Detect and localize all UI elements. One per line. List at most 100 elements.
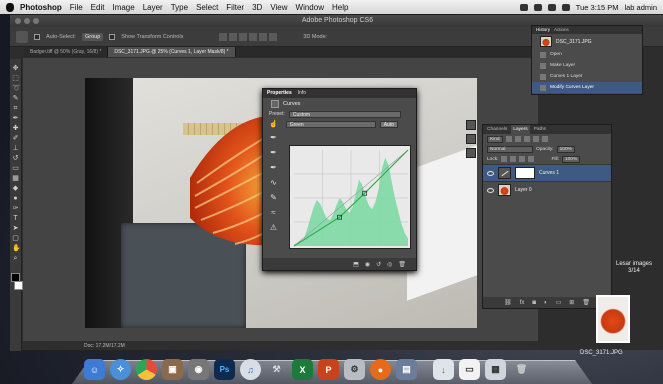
add-mask-icon[interactable]: ◙: [532, 300, 536, 306]
blur-icon[interactable]: ◆: [12, 185, 19, 192]
menu-help[interactable]: Help: [332, 3, 348, 12]
user-name[interactable]: lab admin: [624, 3, 657, 12]
chrome-icon[interactable]: [136, 359, 157, 380]
image-capture-icon[interactable]: ◉: [188, 359, 209, 380]
stamp-icon[interactable]: ⊥: [12, 145, 19, 152]
history-item[interactable]: Curves 1 Layer: [532, 71, 642, 82]
delete-layer-icon[interactable]: 🗑: [582, 299, 590, 306]
panel-icon-color[interactable]: [466, 120, 476, 130]
filter-pixel-icon[interactable]: [505, 136, 512, 142]
tab-badger[interactable]: Badger.tiff @ 50% (Gray, 16/8) *: [24, 47, 109, 57]
applications-stack-icon[interactable]: ▦: [485, 359, 506, 380]
wifi-icon[interactable]: [519, 3, 528, 11]
tab-history[interactable]: History: [536, 26, 550, 34]
finder-icon[interactable]: ☺: [84, 359, 105, 380]
new-layer-icon[interactable]: ⊞: [569, 299, 574, 306]
firefox-icon[interactable]: ●: [370, 359, 391, 380]
menu-filter[interactable]: Filter: [226, 3, 244, 12]
auto-button[interactable]: Auto: [379, 120, 399, 128]
system-preferences-icon[interactable]: ⚙: [344, 359, 365, 380]
close-icon[interactable]: [15, 18, 21, 24]
dodge-icon[interactable]: ●: [12, 195, 19, 202]
downloads-stack-icon[interactable]: ↓: [433, 359, 454, 380]
align-bottom-icon[interactable]: [239, 32, 248, 41]
history-item[interactable]: Open: [532, 49, 642, 60]
layer-row-curves[interactable]: Curves 1: [483, 164, 611, 181]
brush-icon[interactable]: ✐: [12, 135, 19, 142]
lock-image-icon[interactable]: [510, 156, 517, 162]
clip-to-layer-icon[interactable]: ⬒: [353, 261, 359, 268]
itunes-icon[interactable]: ♫: [240, 359, 261, 380]
xcode-icon[interactable]: ⚒: [266, 359, 287, 380]
align-left-icon[interactable]: [249, 32, 258, 41]
filter-smart-icon[interactable]: [541, 136, 548, 142]
photo-booth-icon[interactable]: ▤: [396, 359, 417, 380]
preset-dropdown[interactable]: Custom: [288, 110, 401, 118]
eye-icon[interactable]: [487, 187, 494, 193]
minimize-icon[interactable]: [24, 18, 30, 24]
draw-curve-icon[interactable]: ✎: [269, 193, 278, 202]
gray-point-eyedropper-icon[interactable]: ✒: [269, 148, 278, 157]
new-group-icon[interactable]: ▭: [556, 299, 562, 306]
filter-shape-icon[interactable]: [532, 136, 539, 142]
clock[interactable]: Tue 3:15 PM: [576, 3, 619, 12]
align-right-icon[interactable]: [269, 32, 278, 41]
move-icon[interactable]: ✥: [12, 65, 19, 72]
align-top-icon[interactable]: [219, 32, 228, 41]
auto-select-dropdown[interactable]: Group: [81, 32, 104, 41]
move-tool-icon[interactable]: [16, 30, 28, 43]
tab-actions[interactable]: Actions: [554, 26, 569, 34]
filter-adjust-icon[interactable]: [514, 136, 521, 142]
edit-points-icon[interactable]: ∿: [269, 178, 278, 187]
panel-icon-adjustments[interactable]: [466, 148, 476, 158]
target-adjust-icon[interactable]: ☝: [269, 120, 278, 128]
marquee-icon[interactable]: ⬚: [12, 75, 19, 82]
filter-kind-dropdown[interactable]: Kind: [487, 135, 503, 143]
channel-dropdown[interactable]: Green: [285, 120, 376, 128]
hand-icon[interactable]: ✋: [12, 245, 21, 252]
black-point-eyedropper-icon[interactable]: ✒: [269, 133, 278, 142]
history-item-selected[interactable]: Modify Curves Layer: [532, 82, 642, 93]
layer-row-layer0[interactable]: Layer 0: [483, 181, 611, 198]
menu-layer[interactable]: Layer: [143, 3, 163, 12]
panel-icon-swatches[interactable]: [466, 134, 476, 144]
tab-paths[interactable]: Paths: [534, 125, 546, 134]
battery-icon[interactable]: [561, 3, 570, 11]
lasso-icon[interactable]: ➰: [12, 85, 21, 92]
tab-info[interactable]: Info: [298, 89, 306, 98]
tab-channels[interactable]: Channels: [487, 125, 507, 134]
layer-mask-thumbnail[interactable]: [515, 167, 535, 179]
excel-icon[interactable]: X: [292, 359, 313, 380]
layer-style-icon[interactable]: fx: [520, 300, 525, 306]
menu-file[interactable]: File: [70, 3, 83, 12]
history-item[interactable]: Make Layer: [532, 60, 642, 71]
menu-3d[interactable]: 3D: [252, 3, 262, 12]
apple-icon[interactable]: [6, 2, 14, 12]
tab-properties[interactable]: Properties: [267, 89, 292, 98]
visibility-icon[interactable]: ◎: [387, 261, 392, 268]
menu-edit[interactable]: Edit: [91, 3, 105, 12]
type-icon[interactable]: T: [12, 215, 19, 222]
desktop-file-thumbnail[interactable]: [596, 295, 630, 343]
opacity-field[interactable]: 100%: [556, 145, 575, 153]
crop-icon[interactable]: ⌗: [12, 105, 19, 112]
link-layers-icon[interactable]: ⛓: [504, 299, 512, 306]
shape-icon[interactable]: ▢: [12, 235, 19, 242]
history-snapshot[interactable]: DSC_3171.JPG: [532, 34, 642, 49]
background-color-swatch[interactable]: [13, 281, 23, 290]
eraser-icon[interactable]: ▭: [12, 165, 19, 172]
healing-icon[interactable]: ✚: [12, 125, 19, 132]
white-point-eyedropper-icon[interactable]: ✒: [269, 163, 278, 172]
menu-window[interactable]: Window: [296, 3, 324, 12]
quick-select-icon[interactable]: ✎: [12, 95, 19, 102]
bluetooth-icon[interactable]: [533, 3, 542, 11]
curves-graph[interactable]: [289, 145, 411, 249]
delete-adjustment-icon[interactable]: 🗑: [398, 261, 406, 268]
tab-dsc-3171[interactable]: DSC_3171.JPG @ 25% (Curves 1, Layer Mask…: [108, 47, 236, 57]
trash-icon[interactable]: 🗑: [511, 359, 532, 380]
menu-type[interactable]: Type: [171, 3, 188, 12]
view-previous-icon[interactable]: ◉: [365, 261, 370, 268]
auto-select-checkbox[interactable]: [34, 33, 40, 40]
pen-icon[interactable]: ✑: [12, 205, 19, 212]
history-brush-icon[interactable]: ↺: [12, 155, 19, 162]
